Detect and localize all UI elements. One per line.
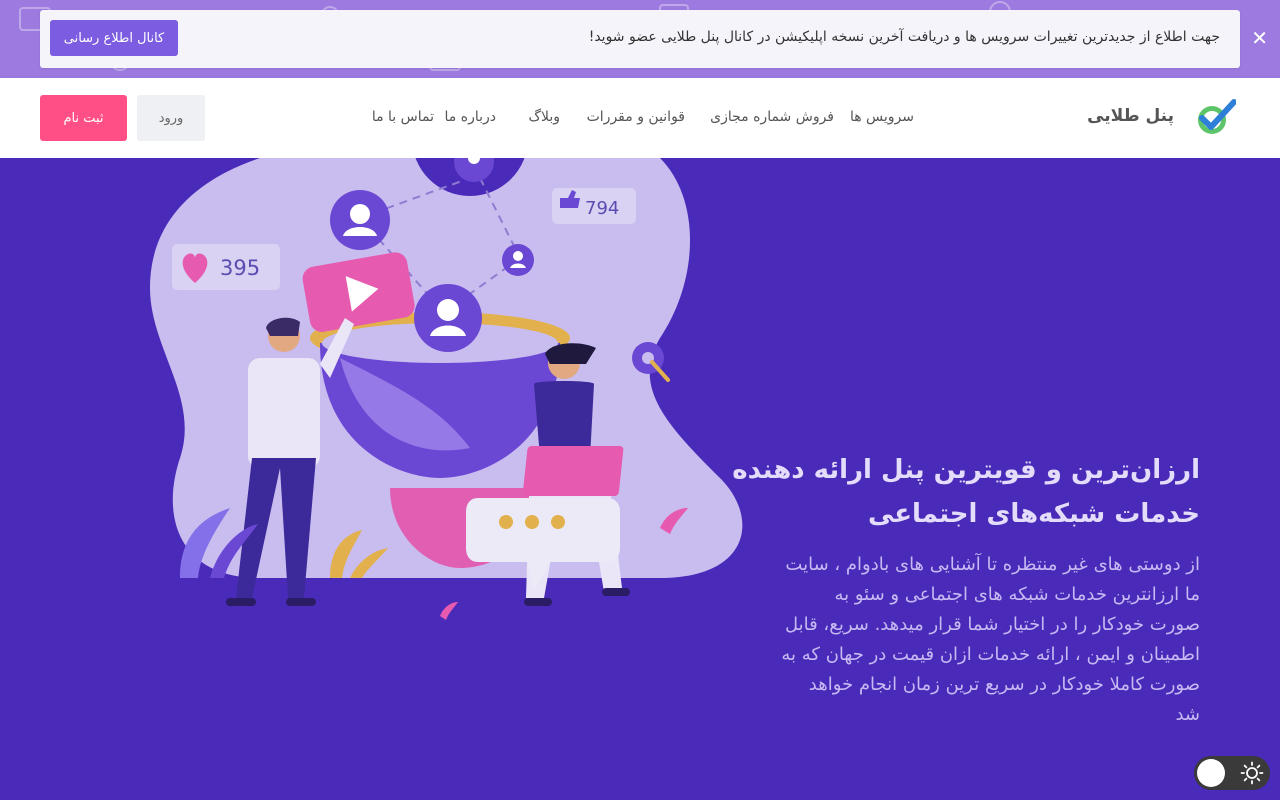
- login-button[interactable]: ورود: [137, 95, 205, 141]
- nav-item-services[interactable]: سرویس ها: [850, 109, 914, 125]
- sun-icon: [1240, 761, 1264, 785]
- nav-item-contact[interactable]: تماس با ما: [372, 109, 434, 125]
- hero-title: ارزان‌ترین و قویترین پنل ارائه دهنده خدم…: [732, 455, 1200, 529]
- announcement-box: جهت اطلاع از جدیدترین تغییرات سرویس ها و…: [40, 10, 1240, 68]
- hero-section: 794 395: [0, 158, 1280, 800]
- nav-item-virtual-number[interactable]: فروش شماره مجازی: [710, 109, 834, 125]
- likes-count: 794: [585, 198, 619, 219]
- nav-item-rules[interactable]: قوانین و مقررات: [587, 109, 685, 125]
- close-icon[interactable]: ✕: [1251, 28, 1268, 48]
- nav-item-blog[interactable]: وبلاگ: [528, 109, 560, 125]
- social-media-illustration: 794 395: [150, 158, 743, 620]
- checkmark-logo-icon[interactable]: [1192, 98, 1236, 138]
- notification-channel-button[interactable]: کانال اطلاع رسانی: [50, 20, 178, 56]
- user-avatar-icon: [330, 190, 390, 250]
- toggle-knob: [1197, 759, 1225, 787]
- site-header: پنل طلایی سرویس ها فروش شماره مجازی قوان…: [0, 78, 1280, 158]
- hero-description: از دوستی های غیر منتظره تا آشنایی های با…: [781, 554, 1200, 725]
- nav-item-about[interactable]: درباره ما: [445, 109, 496, 125]
- hearts-count: 395: [220, 256, 260, 280]
- announcement-text: جهت اطلاع از جدیدترین تغییرات سرویس ها و…: [588, 29, 1220, 45]
- theme-toggle[interactable]: [1194, 756, 1270, 790]
- announcement-bar: جهت اطلاع از جدیدترین تغییرات سرویس ها و…: [0, 0, 1280, 78]
- register-button[interactable]: ثبت نام: [40, 95, 127, 141]
- brand-name[interactable]: پنل طلایی: [1087, 106, 1174, 126]
